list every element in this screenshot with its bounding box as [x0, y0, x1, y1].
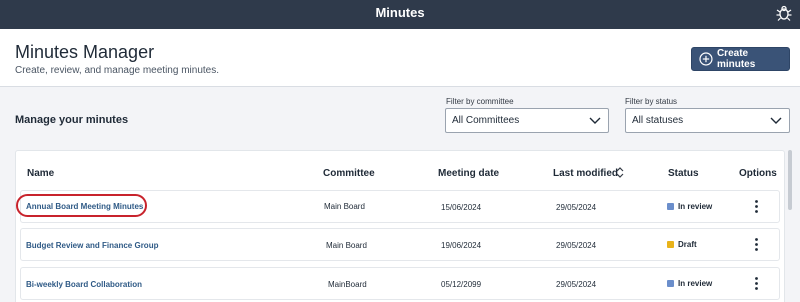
column-header-name: Name [27, 168, 55, 179]
status-label: Draft [678, 240, 697, 249]
column-header-options: Options [739, 168, 777, 179]
committee-cell: Main Board [326, 241, 367, 250]
create-minutes-button[interactable]: Create minutes [691, 47, 790, 71]
create-minutes-label: Create minutes [716, 48, 756, 70]
column-header-status: Status [668, 168, 699, 179]
status-filter-value: All statuses [632, 115, 684, 126]
minutes-name-link[interactable]: Budget Review and Finance Group [26, 241, 158, 250]
column-header-committee: Committee [323, 168, 375, 179]
more-options-icon[interactable] [755, 277, 758, 290]
status-badge: In review [667, 279, 712, 288]
meeting-date-cell: 19/06/2024 [441, 241, 482, 250]
last-modified-cell: 29/05/2024 [556, 280, 597, 289]
status-badge: In review [667, 202, 712, 211]
plus-circle-icon [699, 52, 713, 66]
meeting-date-cell: 15/06/2024 [441, 203, 482, 212]
last-modified-cell: 29/05/2024 [556, 241, 597, 250]
chevron-down-icon [770, 117, 782, 124]
page-subtitle: Create, review, and manage meeting minut… [15, 65, 219, 76]
status-badge: Draft [667, 240, 697, 249]
more-options-icon[interactable] [755, 238, 758, 251]
column-header-meeting-date: Meeting date [438, 168, 500, 179]
committee-cell: MainBoard [328, 280, 367, 289]
status-dot [667, 203, 674, 210]
more-options-icon[interactable] [755, 200, 758, 213]
app-title: Minutes [375, 5, 425, 20]
bug-icon[interactable] [775, 4, 793, 22]
meeting-date-cell: 05/12/2099 [441, 280, 482, 289]
last-modified-cell: 29/05/2024 [556, 203, 597, 212]
chevron-down-icon [589, 117, 601, 124]
minutes-name-link[interactable]: Bi-weekly Board Collaboration [26, 280, 142, 289]
committee-filter-label: Filter by committee [446, 97, 514, 106]
sort-icon[interactable] [616, 167, 624, 178]
status-dot [667, 280, 674, 287]
status-filter-select[interactable]: All statuses [625, 108, 790, 133]
status-filter-label: Filter by status [625, 97, 678, 106]
page-title: Minutes Manager [15, 42, 155, 62]
committee-cell: Main Board [324, 202, 365, 211]
section-title: Manage your minutes [15, 114, 129, 126]
highlight-annotation [16, 194, 147, 217]
page-header: Minutes Manager Create, review, and mana… [0, 29, 800, 87]
top-bar: Minutes [0, 0, 800, 29]
table-scrollbar[interactable] [788, 150, 792, 210]
committee-filter-value: All Committees [452, 115, 520, 126]
status-label: In review [678, 202, 713, 211]
committee-filter-select[interactable]: All Committees [445, 108, 609, 133]
status-dot [667, 241, 674, 248]
status-label: In review [678, 279, 713, 288]
column-header-last-modified[interactable]: Last modified [553, 168, 618, 179]
